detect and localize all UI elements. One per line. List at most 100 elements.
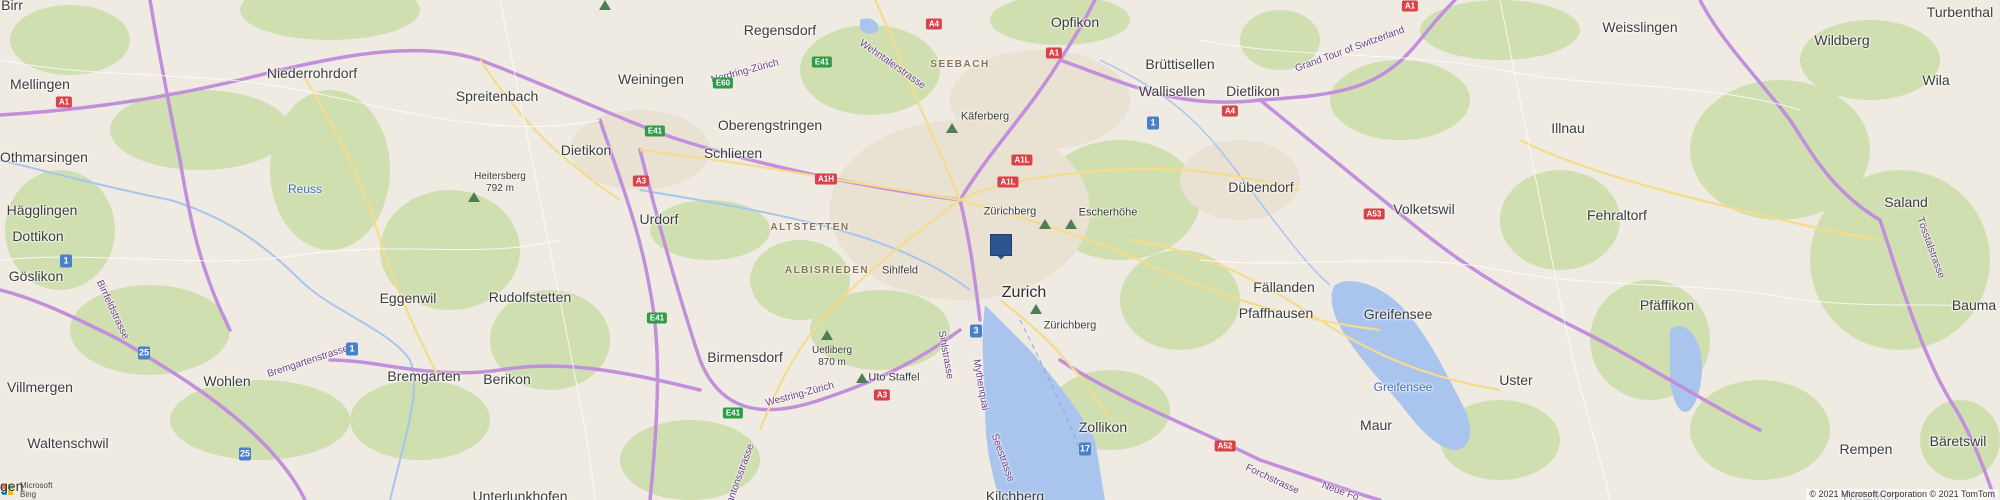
- place-label-rudolfstetten: Rudolfstetten: [488, 289, 572, 305]
- peak-icon: [821, 330, 833, 340]
- place-label-zurich: Zurich: [1001, 284, 1047, 301]
- place-label-pfaffhausen: Pfaffhausen: [1238, 305, 1314, 321]
- road-shield-a1h: A1H: [814, 173, 838, 185]
- place-label-unterlunkhofen: Unterlunkhofen: [472, 488, 568, 500]
- road-shield-a3-urdorf: A3: [632, 175, 650, 187]
- district-label-altstetten: ALTSTETTEN: [770, 222, 850, 233]
- road-shield-a1l: A1L: [1011, 154, 1033, 166]
- place-label-birmensdorf: Birmensdorf: [707, 349, 783, 365]
- district-label-seebach: SEEBACH: [930, 59, 990, 70]
- road-shield-e41-n: E41: [811, 56, 833, 68]
- place-label-uto-staffel: Uto Staffel: [868, 371, 920, 384]
- place-label-turbenthal: Turbenthal: [1926, 4, 1994, 20]
- road-shield-a53: A53: [1363, 208, 1385, 220]
- place-label-dietlikon: Dietlikon: [1226, 83, 1280, 99]
- place-label-villmergen: Villmergen: [7, 379, 73, 395]
- place-label-dietikon: Dietikon: [560, 142, 612, 158]
- peak-name: Heitersberg: [474, 171, 526, 182]
- place-label-mellingen: Mellingen: [10, 76, 70, 92]
- road-shield-a4-north: A4: [925, 18, 943, 30]
- peak-label-heitersberg: Heitersberg 792 m: [474, 171, 526, 195]
- road-shield-e41-sw: E41: [722, 407, 744, 419]
- place-label-schlieren: Schlieren: [703, 145, 763, 161]
- road-shield-a4-east: A4: [1221, 105, 1239, 117]
- peak-icon: [1030, 304, 1042, 314]
- place-label-uster: Uster: [1499, 372, 1533, 388]
- location-pin-icon[interactable]: [990, 234, 1012, 260]
- place-label-wohlen: Wohlen: [203, 373, 251, 389]
- place-label-greifensee: Greifensee: [1363, 306, 1433, 322]
- road-shield-r1-east: 1: [1147, 116, 1159, 130]
- water-label-reuss: Reuss: [287, 182, 323, 196]
- peak-icon: [856, 373, 868, 383]
- road-shield-e41-s: E41: [646, 312, 668, 324]
- road-shield-r3: 3: [970, 324, 982, 338]
- place-label-dottikon: Dottikon: [12, 228, 64, 244]
- peak-icon: [946, 123, 958, 133]
- place-label-goslikon: Göslikon: [8, 268, 64, 284]
- place-label-bruttisellen: Brüttisellen: [1145, 56, 1215, 72]
- peak-icon: [1039, 219, 1051, 229]
- place-label-hagglingen: Hägglingen: [6, 202, 78, 218]
- place-label-wallisellen: Wallisellen: [1138, 83, 1206, 99]
- map-canvas[interactable]: Birr Regensdorf Opfikon Weisslingen Turbenth…: [0, 0, 2000, 500]
- place-label-illnau: Illnau: [1551, 120, 1585, 136]
- peak-name: Uetliberg: [811, 345, 853, 356]
- bing-logo-text: Microsoft Bing: [20, 481, 53, 499]
- place-label-saland: Saland: [1884, 194, 1928, 210]
- peak-label-uetliberg: Uetliberg 870 m: [812, 345, 852, 369]
- place-label-kilchberg: Kilchberg: [985, 488, 1045, 500]
- place-label-weisslingen: Weisslingen: [1602, 19, 1678, 35]
- place-label-wila: Wila: [1922, 72, 1950, 88]
- road-shield-r25-s: 25: [239, 447, 251, 461]
- place-label-opfikon: Opfikon: [1050, 14, 1100, 30]
- peak-elevation: 792 m: [486, 183, 514, 194]
- place-label-niederrohrdorf: Niederrohrdorf: [266, 65, 358, 81]
- place-label-weiningen: Weiningen: [618, 71, 684, 87]
- peak-elevation: 870 m: [818, 357, 846, 368]
- place-label-zurichberg-s: Zürichberg: [1043, 319, 1097, 332]
- road-shield-r25-w: 25: [138, 346, 150, 360]
- place-label-waltenschwil: Waltenschwil: [27, 435, 109, 451]
- district-label-albisrieden: ALBISRIEDEN: [784, 265, 870, 276]
- peak-icon: [599, 0, 611, 10]
- place-label-berikon: Berikon: [483, 371, 531, 387]
- road-shield-a3-south: A3: [873, 389, 891, 401]
- road-shield-r1-bremgarten: 1: [346, 342, 358, 356]
- road-shield-r1-west: 1: [60, 254, 72, 268]
- road-shield-a1-north: A1: [1045, 47, 1063, 59]
- road-shield-a1-west: A1: [55, 96, 73, 108]
- place-label-birr: Birr: [1, 0, 23, 13]
- water-label-greifensee-lake: Greifensee: [1373, 380, 1433, 394]
- place-label-dubendorf: Dübendorf: [1228, 179, 1294, 195]
- place-label-fallanden: Fällanden: [1253, 279, 1315, 295]
- place-label-oberengstringen: Oberengstringen: [717, 117, 823, 133]
- map-attribution: © 2021 Microsoft Corporation © 2021 TomT…: [1806, 489, 1998, 500]
- place-label-wildberg: Wildberg: [1814, 32, 1870, 48]
- place-label-zurichberg-n: Zürichberg: [983, 205, 1037, 218]
- place-label-rempen: Rempen: [1839, 441, 1893, 457]
- place-label-spreitenbach: Spreitenbach: [455, 88, 539, 104]
- place-label-partial: gen: [0, 478, 24, 494]
- place-label-regensdorf: Regensdorf: [743, 22, 817, 38]
- place-label-escherhohe: Escherhöhe: [1078, 206, 1138, 219]
- place-label-maur: Maur: [1360, 417, 1392, 433]
- place-label-kaferberg: Käferberg: [960, 110, 1010, 123]
- place-label-othmarsingen: Othmarsingen: [0, 149, 88, 165]
- road-shield-e41-mid: E41: [644, 125, 666, 137]
- place-label-pfaffikon: Pfäffikon: [1639, 297, 1695, 313]
- road-shield-a52: A52: [1214, 440, 1236, 452]
- place-label-zollikon: Zollikon: [1078, 419, 1128, 435]
- road-shield-r17: 17: [1079, 442, 1091, 456]
- place-label-bremgarten: Bremgarten: [387, 368, 461, 384]
- place-label-volketswil: Volketswil: [1393, 201, 1455, 217]
- place-label-baretswil: Bäretswil: [1929, 433, 1987, 449]
- road-shield-a1l-2: A1L: [997, 176, 1019, 188]
- place-label-sihlfeld: Sihlfeld: [881, 264, 919, 277]
- place-label-urdorf: Urdorf: [639, 211, 679, 227]
- peak-icon: [1065, 219, 1077, 229]
- place-label-eggenwil: Eggenwil: [379, 290, 437, 306]
- road-shield-a1-top: A1: [1401, 0, 1419, 12]
- road-shield-e60: E60: [712, 77, 734, 89]
- place-label-fehraltorf: Fehraltorf: [1587, 207, 1647, 223]
